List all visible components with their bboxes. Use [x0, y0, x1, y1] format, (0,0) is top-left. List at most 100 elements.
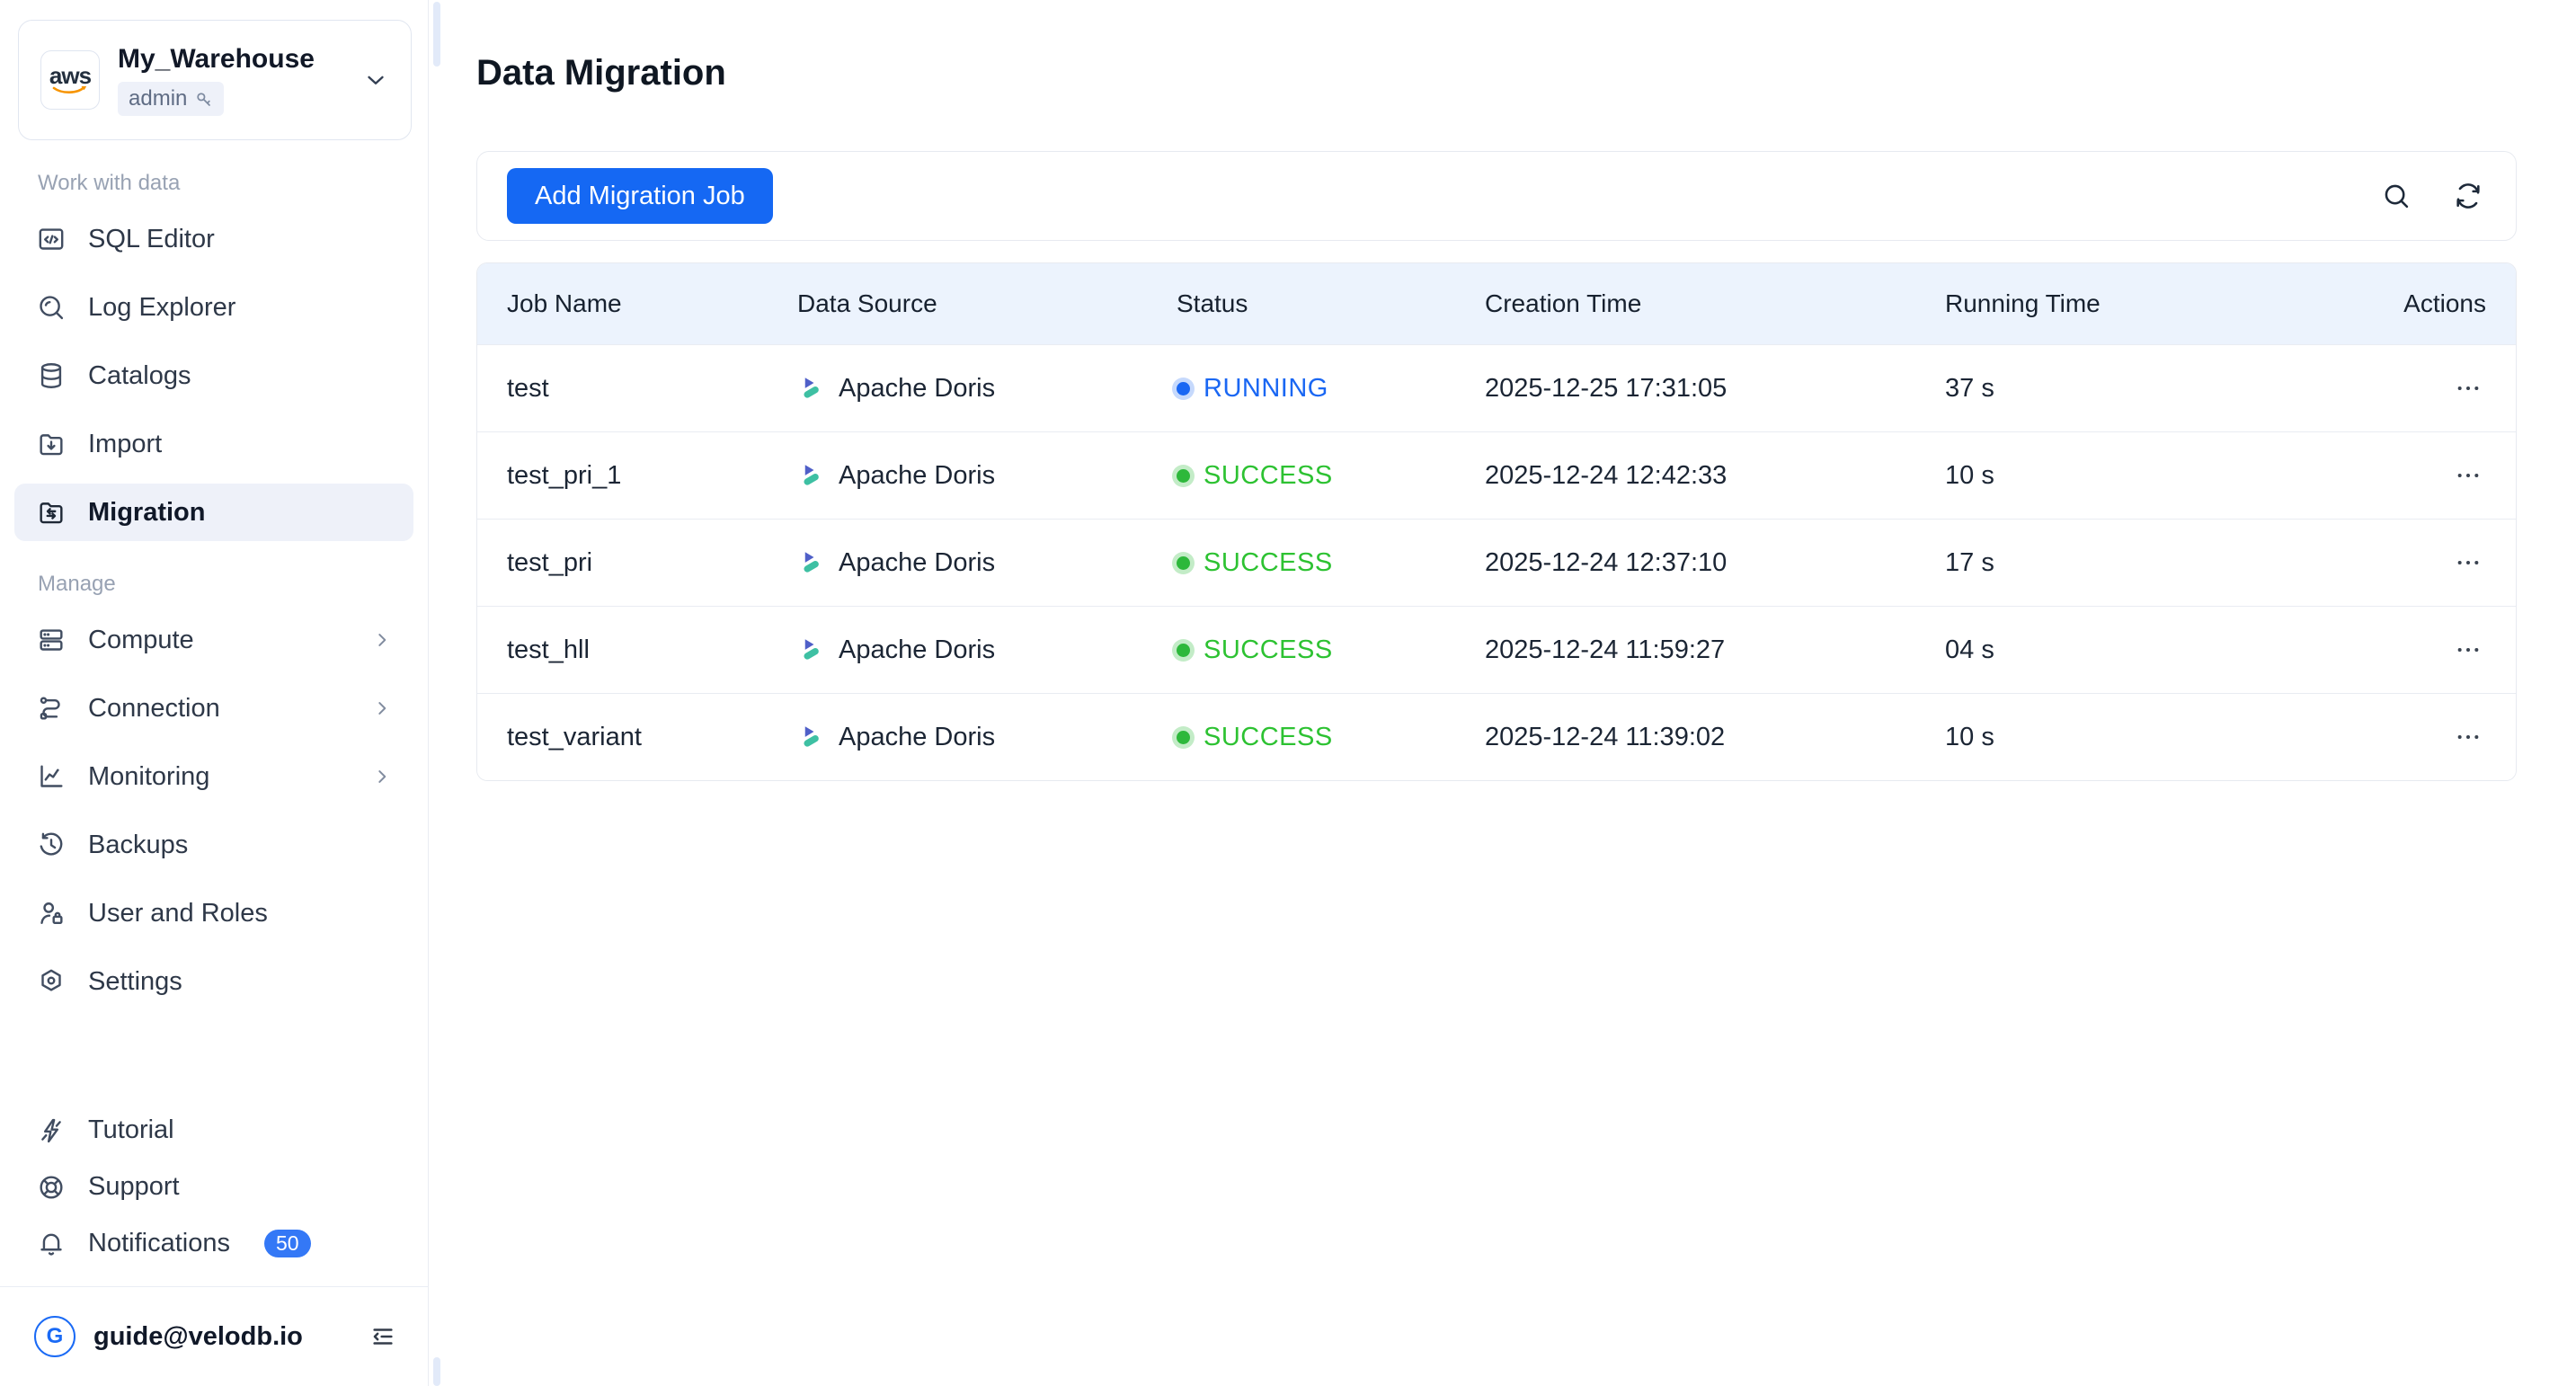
role-badge: admin	[118, 82, 224, 116]
column-header-data-source: Data Source	[797, 289, 1177, 318]
sidebar-nav: Work with data SQL Editor Log Explorer C…	[0, 171, 428, 1021]
running-time-cell: 17 s	[1945, 548, 2338, 578]
support-icon	[36, 1172, 67, 1203]
notifications-count-badge: 50	[264, 1230, 311, 1257]
data-source-label: Apache Doris	[839, 548, 995, 578]
creation-time-cell: 2025-12-25 17:31:05	[1485, 374, 1945, 404]
status-label: RUNNING	[1204, 374, 1328, 404]
column-header-status: Status	[1177, 289, 1485, 318]
section-label-manage: Manage	[38, 572, 413, 597]
sidebar-item-label: User and Roles	[88, 899, 268, 928]
data-source-label: Apache Doris	[839, 723, 995, 752]
data-source-label: Apache Doris	[839, 461, 995, 491]
sql-editor-icon	[36, 224, 67, 254]
sidebar-item-migration[interactable]: Migration	[14, 484, 413, 541]
sidebar-item-label: Migration	[88, 498, 206, 528]
scrollbar-thumb-top[interactable]	[433, 2, 440, 67]
notifications-icon	[36, 1229, 67, 1259]
data-source-label: Apache Doris	[839, 374, 995, 404]
refresh-icon[interactable]	[2453, 181, 2483, 211]
warehouse-name: My_Warehouse	[118, 44, 315, 75]
sidebar-item-monitoring[interactable]: Monitoring	[14, 748, 413, 805]
creation-time-cell: 2025-12-24 11:59:27	[1485, 635, 1945, 665]
status-dot	[1177, 469, 1190, 483]
status-badge: RUNNING	[1177, 374, 1485, 404]
creation-time-cell: 2025-12-24 12:42:33	[1485, 461, 1945, 491]
sidebar-item-label: Notifications	[88, 1229, 230, 1258]
connection-icon	[36, 693, 67, 724]
column-header-running-time: Running Time	[1945, 289, 2338, 318]
search-icon[interactable]	[2381, 181, 2412, 211]
warehouse-switcher[interactable]: aws My_Warehouse admin	[18, 20, 412, 140]
collapse-sidebar-icon[interactable]	[369, 1322, 397, 1351]
sidebar-item-settings[interactable]: Settings	[14, 953, 413, 1010]
sidebar: aws My_Warehouse admin Work	[0, 0, 429, 1386]
apache-doris-icon	[797, 549, 824, 576]
app-window: aws My_Warehouse admin Work	[0, 0, 2576, 1386]
user-account-row[interactable]: G guide@velodb.io	[0, 1287, 428, 1386]
sidebar-item-label: Monitoring	[88, 762, 209, 792]
sidebar-item-user-and-roles[interactable]: User and Roles	[14, 884, 413, 942]
row-actions-menu-icon[interactable]	[2450, 545, 2486, 581]
sidebar-item-connection[interactable]: Connection	[14, 680, 413, 737]
sidebar-item-compute[interactable]: Compute	[14, 611, 413, 669]
compute-icon	[36, 625, 67, 655]
sidebar-item-log-explorer[interactable]: Log Explorer	[14, 279, 413, 336]
job-name-cell: test_pri	[507, 548, 797, 578]
scrollbar-thumb-bottom[interactable]	[433, 1357, 440, 1386]
status-badge: SUCCESS	[1177, 635, 1485, 665]
monitoring-icon	[36, 761, 67, 792]
section-label-work-with-data: Work with data	[38, 171, 413, 196]
job-name-cell: test_pri_1	[507, 461, 797, 491]
status-badge: SUCCESS	[1177, 461, 1485, 491]
sidebar-item-backups[interactable]: Backups	[14, 816, 413, 874]
sidebar-item-label: Connection	[88, 694, 220, 724]
data-source-cell: Apache Doris	[797, 548, 1177, 578]
data-source-label: Apache Doris	[839, 635, 995, 665]
chevron-right-icon	[370, 697, 394, 720]
row-actions-menu-icon[interactable]	[2450, 719, 2486, 755]
sidebar-item-label: Settings	[88, 967, 182, 997]
sidebar-item-label: Backups	[88, 831, 188, 860]
status-label: SUCCESS	[1204, 461, 1333, 491]
status-label: SUCCESS	[1204, 548, 1333, 578]
sidebar-item-sql-editor[interactable]: SQL Editor	[14, 210, 413, 268]
table-row: test_pri Apache Doris SUCCESS 2025-12-24…	[477, 519, 2516, 606]
row-actions-menu-icon[interactable]	[2450, 632, 2486, 668]
job-name-cell: test_hll	[507, 635, 797, 665]
aws-logo: aws	[40, 50, 100, 110]
table-row: test_variant Apache Doris SUCCESS 2025-1…	[477, 693, 2516, 780]
backups-icon	[36, 830, 67, 860]
data-source-cell: Apache Doris	[797, 461, 1177, 491]
creation-time-cell: 2025-12-24 12:37:10	[1485, 548, 1945, 578]
catalogs-icon	[36, 360, 67, 391]
column-header-actions: Actions	[2338, 289, 2486, 318]
chevron-right-icon	[370, 628, 394, 652]
add-migration-job-button[interactable]: Add Migration Job	[507, 168, 773, 224]
sidebar-item-import[interactable]: Import	[14, 415, 413, 473]
status-badge: SUCCESS	[1177, 548, 1485, 578]
row-actions-menu-icon[interactable]	[2450, 370, 2486, 406]
apache-doris-icon	[797, 636, 824, 663]
sidebar-item-support[interactable]: Support	[14, 1159, 413, 1215]
sidebar-item-tutorial[interactable]: Tutorial	[14, 1102, 413, 1159]
sidebar-item-label: Catalogs	[88, 361, 191, 391]
sidebar-item-catalogs[interactable]: Catalogs	[14, 347, 413, 404]
settings-icon	[36, 966, 67, 997]
data-source-cell: Apache Doris	[797, 723, 1177, 752]
apache-doris-icon	[797, 724, 824, 751]
log-explorer-icon	[36, 292, 67, 323]
data-source-cell: Apache Doris	[797, 635, 1177, 665]
apache-doris-icon	[797, 375, 824, 402]
chevron-down-icon	[362, 67, 389, 93]
running-time-cell: 10 s	[1945, 723, 2338, 752]
sidebar-item-notifications[interactable]: Notifications 50	[14, 1215, 413, 1272]
row-actions-menu-icon[interactable]	[2450, 458, 2486, 493]
avatar: G	[34, 1316, 76, 1357]
user-roles-icon	[36, 898, 67, 928]
sidebar-item-label: SQL Editor	[88, 225, 215, 254]
sidebar-item-label: Import	[88, 430, 162, 459]
table-header-row: Job Name Data Source Status Creation Tim…	[477, 263, 2516, 344]
running-time-cell: 10 s	[1945, 461, 2338, 491]
status-label: SUCCESS	[1204, 635, 1333, 665]
